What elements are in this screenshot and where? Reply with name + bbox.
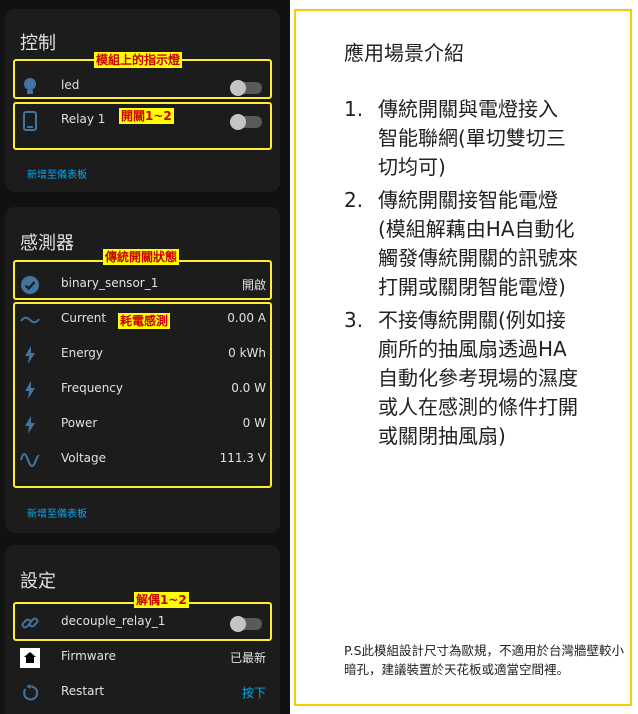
restart-press-button[interactable]: 按下 xyxy=(242,684,266,701)
add-to-dashboard-link[interactable]: 新增至儀表板 xyxy=(27,166,87,181)
binary-sensor-highlight-box xyxy=(13,260,272,300)
scenario-text: 不接傳統開關(例如接廁所的抽風扇透過HA自動化參考現場的濕度或人在感測的條件打開… xyxy=(378,308,578,448)
control-card-title: 控制 xyxy=(20,33,56,54)
power-sensors-annotation-tag: 耗電感測 xyxy=(118,313,171,329)
scenario-item: 1. 傳統開關與電燈接入智能聯網(單切雙切三切均可) xyxy=(344,95,574,182)
sensor-card-title: 感測器 xyxy=(20,233,74,254)
restart-icon xyxy=(19,682,41,704)
scenario-text: 傳統開關與電燈接入智能聯網(單切雙切三切均可) xyxy=(378,97,566,179)
scenario-text: 傳統開關接智能電燈(模組解藕由HA自動化觸發傳統開關的訊號來打開或關閉智能電燈) xyxy=(378,188,578,299)
scenario-number: 3. xyxy=(344,308,364,332)
explanation-panel: 應用場景介紹 1. 傳統開關與電燈接入智能聯網(單切雙切三切均可) 2. 傳統開… xyxy=(294,9,632,706)
scenario-number: 2. xyxy=(344,188,364,212)
restart-row[interactable]: Restart 按下 xyxy=(5,675,280,709)
firmware-icon xyxy=(19,647,41,669)
installation-note: P.S此模組設計尺寸為歐規，不適用於台灣牆壁較小暗孔，建議裝置於天花板或適當空間… xyxy=(344,643,624,677)
scenario-item: 3. 不接傳統開關(例如接廁所的抽風扇透過HA自動化參考現場的濕度或人在感測的條… xyxy=(344,306,580,451)
scenario-list: 1. 傳統開關與電燈接入智能聯網(單切雙切三切均可) 2. 傳統開關接智能電燈(… xyxy=(344,95,626,451)
restart-label: Restart xyxy=(61,684,105,698)
scenario-item: 2. 傳統開關接智能電燈(模組解藕由HA自動化觸發傳統開關的訊號來打開或關閉智能… xyxy=(344,186,578,302)
led-annotation-tag: 模組上的指示燈 xyxy=(94,52,183,68)
firmware-label: Firmware xyxy=(61,649,116,663)
binary-sensor-annotation-tag: 傳統開關狀態 xyxy=(103,249,180,265)
add-to-dashboard-link[interactable]: 新增至儀表板 xyxy=(27,505,87,520)
explanation-title: 應用場景介紹 xyxy=(344,41,464,65)
firmware-value: 已最新 xyxy=(229,651,266,665)
power-sensors-highlight-box xyxy=(13,302,272,488)
relay-annotation-tag: 開關1~2 xyxy=(119,108,174,124)
device-page-panel: 控制 led Relay 1 新增至儀表板 感測器 binary_sensor_… xyxy=(0,0,290,714)
firmware-row[interactable]: Firmware 已最新 xyxy=(5,640,280,674)
scenario-number: 1. xyxy=(344,97,364,121)
decouple-annotation-tag: 解偶1~2 xyxy=(134,592,189,608)
control-card: 控制 led Relay 1 新增至儀表板 xyxy=(5,9,280,192)
settings-card-title: 設定 xyxy=(20,571,56,592)
